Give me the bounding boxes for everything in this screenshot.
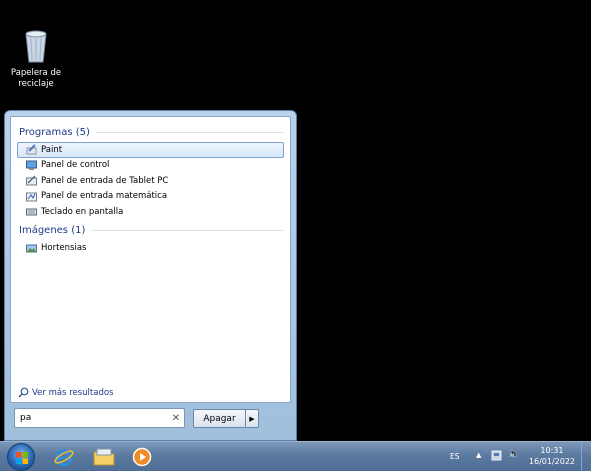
result-item-label: Panel de entrada matemática xyxy=(41,191,168,202)
media-player-icon[interactable] xyxy=(124,443,160,471)
action-center-flag-icon[interactable] xyxy=(491,450,502,461)
clear-search-icon[interactable]: ✕ xyxy=(168,413,184,424)
file-explorer-icon[interactable] xyxy=(86,443,122,471)
result-item-on-screen-keyboard[interactable]: Teclado en pantalla xyxy=(17,204,284,220)
search-input-value: pa xyxy=(20,413,32,423)
result-item-label: Paint xyxy=(41,144,63,155)
internet-explorer-icon[interactable] xyxy=(46,443,82,471)
control-panel-icon xyxy=(26,160,37,171)
result-item-hortensias[interactable]: Hortensias xyxy=(17,241,284,257)
result-item-paint[interactable]: Paint xyxy=(17,142,284,158)
taskbar: ES ▲ 🔈 10:31 16/01/2022 xyxy=(0,441,591,471)
search-results-panel: Programas (5) Paint Panel de control Pan… xyxy=(10,116,291,403)
see-more-label: Ver más resultados xyxy=(32,387,114,398)
group-header-programs: Programas (5) xyxy=(19,125,284,139)
volume-icon[interactable]: 🔈 xyxy=(508,449,520,460)
see-more-results-link[interactable]: Ver más resultados xyxy=(18,387,113,398)
clock-time: 10:31 xyxy=(540,446,564,455)
clock[interactable]: 10:31 16/01/2022 xyxy=(529,445,575,467)
tablet-input-icon xyxy=(26,175,37,186)
result-item-math-input[interactable]: Panel de entrada matemática xyxy=(17,189,284,205)
keyboard-icon xyxy=(26,206,37,217)
shutdown-control: Apagar ▶ xyxy=(193,409,259,428)
show-desktop-button[interactable] xyxy=(581,442,591,471)
search-input[interactable]: pa ✕ xyxy=(14,408,185,428)
language-indicator[interactable]: ES xyxy=(450,452,460,461)
clock-date: 16/01/2022 xyxy=(528,457,575,466)
result-item-control-panel[interactable]: Panel de control xyxy=(17,158,284,174)
recycle-bin-icon xyxy=(23,28,49,64)
group-header-label: Programas (5) xyxy=(19,126,90,138)
group-header-label: Imágenes (1) xyxy=(19,225,86,236)
start-menu: Programas (5) Paint Panel de control Pan… xyxy=(4,110,297,441)
group-header-images: Imágenes (1) xyxy=(19,224,284,238)
result-item-label: Teclado en pantalla xyxy=(41,206,124,217)
recycle-bin-label: Papelera de reciclaje xyxy=(10,68,62,89)
result-item-label: Panel de entrada de Tablet PC xyxy=(41,175,169,186)
image-icon xyxy=(26,243,37,254)
windows-logo-icon xyxy=(16,452,28,464)
recycle-bin-desktop-icon[interactable]: Papelera de reciclaje xyxy=(8,28,64,90)
result-item-label: Panel de control xyxy=(41,160,110,171)
result-item-label: Hortensias xyxy=(41,243,87,254)
paint-icon xyxy=(26,144,37,155)
magnifier-icon xyxy=(18,387,29,398)
shutdown-options-arrow-icon[interactable]: ▶ xyxy=(246,409,259,428)
divider xyxy=(91,230,284,231)
shutdown-button[interactable]: Apagar xyxy=(193,409,246,428)
show-hidden-icons-icon[interactable]: ▲ xyxy=(476,451,481,459)
divider xyxy=(95,131,284,133)
result-item-tablet-input[interactable]: Panel de entrada de Tablet PC xyxy=(17,173,284,189)
start-button[interactable] xyxy=(7,443,35,471)
math-input-icon xyxy=(26,191,37,202)
